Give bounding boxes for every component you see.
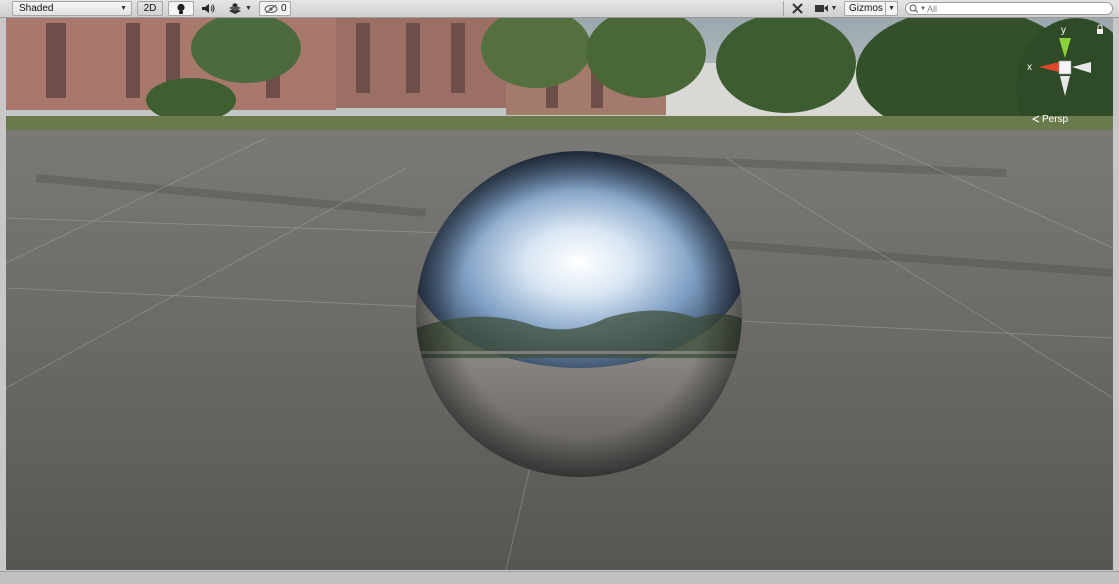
gizmos-label: Gizmos (849, 3, 883, 14)
search-input[interactable]: ▼ All (905, 2, 1113, 15)
lightbulb-icon (177, 3, 185, 14)
gizmo-x-label: x (1027, 62, 1032, 73)
camera-icon (814, 5, 828, 12)
lighting-toggle[interactable] (168, 1, 194, 16)
eye-slash-icon (264, 4, 278, 13)
scene-render: y x Persp (6, 18, 1113, 570)
chevron-down-icon: ▼ (920, 5, 926, 12)
effects-icon (229, 3, 242, 14)
mode-2d-toggle[interactable]: 2D (137, 1, 163, 16)
tools-button[interactable] (786, 1, 808, 16)
hidden-count: 0 (281, 3, 287, 14)
gizmo-y-label: y (1061, 25, 1066, 36)
chevron-down-icon: ▼ (120, 5, 127, 12)
chevron-down-icon: ▼ (888, 5, 895, 12)
effects-dropdown[interactable]: ▼ (223, 1, 257, 16)
grass-strip (6, 116, 1113, 132)
toolbar-separator (783, 1, 784, 16)
camera-dropdown[interactable]: ▼ (812, 1, 840, 16)
mode-2d-label: 2D (143, 3, 157, 14)
audio-toggle[interactable] (195, 1, 221, 16)
scene-viewport[interactable]: y x Persp (6, 18, 1113, 570)
scene-toolbar: Shaded ▼ 2D ▼ 0 ▼ Gizmos ▼ ▼ All (0, 0, 1119, 18)
chevron-down-icon: ▼ (245, 5, 252, 12)
search-icon (909, 4, 919, 13)
chevron-down-icon: ▼ (830, 5, 838, 12)
status-bar (0, 571, 1119, 584)
tools-icon (791, 3, 803, 14)
speaker-icon (202, 4, 215, 13)
hidden-objects-toggle[interactable]: 0 (259, 1, 291, 16)
gizmo-center-cube[interactable] (1058, 60, 1072, 75)
projection-label[interactable]: Persp (1042, 114, 1069, 125)
gizmos-dropdown[interactable]: Gizmos ▼ (844, 1, 898, 16)
shading-mode-label: Shaded (19, 3, 54, 14)
shading-mode-dropdown[interactable]: Shaded ▼ (12, 1, 132, 16)
search-placeholder: All (926, 3, 937, 14)
